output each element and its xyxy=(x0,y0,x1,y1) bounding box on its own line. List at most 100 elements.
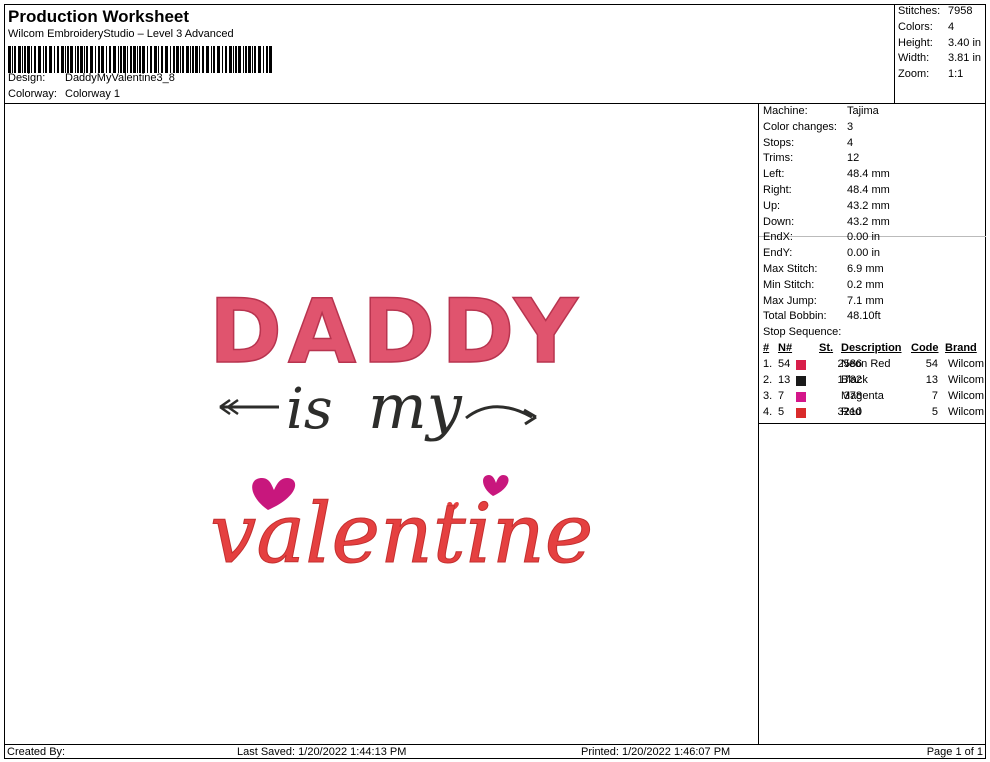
detail-row: Color changes: 3 xyxy=(763,121,853,133)
detail-value: 43.2 mm xyxy=(847,215,890,228)
barcode-bar xyxy=(139,46,141,73)
detail-row: Down: 43.2 mm xyxy=(763,216,890,228)
page-title: Production Worksheet xyxy=(8,7,190,26)
barcode-bar xyxy=(8,46,11,73)
barcode-bar xyxy=(18,46,21,73)
stop-sequence-label: Stop Sequence: xyxy=(763,326,842,338)
barcode-bar xyxy=(118,46,119,73)
barcode-bar xyxy=(65,46,66,73)
barcode-bar xyxy=(80,46,83,73)
row-brand: Wilcom xyxy=(947,374,984,386)
detail-label: Machine: xyxy=(763,105,808,117)
detail-row: Left: 48.4 mm xyxy=(763,168,890,180)
stop-rows: 1. 54 2586 Neon Red 54 Wilcom 2. 13 1782 Black 13 W… xyxy=(759,357,986,421)
barcode-bar xyxy=(77,46,79,73)
detail-value: 48.4 mm xyxy=(847,184,890,196)
detail-value: 48.10ft xyxy=(847,310,881,323)
table-row: 4. 5 3210 Red 5 Wilcom xyxy=(759,405,986,421)
detail-row: Up: 43.2 mm xyxy=(763,200,890,212)
detail-row: Stops: 4 xyxy=(763,137,853,149)
barcode-bar xyxy=(54,46,55,73)
detail-row: EndY: 0.00 in xyxy=(763,247,880,259)
row-num: 3. xyxy=(763,390,773,402)
detail-value: 48.4 mm xyxy=(847,168,890,181)
last-saved: Last Saved: 1/20/2022 1:44:13 PM xyxy=(237,746,407,758)
barcode-bar xyxy=(109,46,111,73)
col-code: Code xyxy=(911,342,939,354)
width-label: Width: xyxy=(898,52,930,64)
row-brand: Wilcom xyxy=(947,358,984,370)
barcode-bar xyxy=(67,46,69,73)
barcode-bar xyxy=(86,46,88,73)
barcode-bar xyxy=(24,46,26,73)
detail-label: Up: xyxy=(763,199,781,212)
barcode-bar xyxy=(161,46,163,73)
row-needle: 7 xyxy=(778,390,785,402)
stitches-value: 7958 xyxy=(948,5,973,17)
table-row: 2. 13 1782 Black 13 Wilcom xyxy=(759,373,986,389)
barcode-bar xyxy=(158,46,159,73)
barcode-bar xyxy=(101,46,104,73)
barcode-bar xyxy=(238,46,241,73)
barcode-bar xyxy=(90,46,93,73)
detail-row: EndX: 0.00 in xyxy=(763,231,880,243)
design-word-my: my xyxy=(368,370,463,443)
barcode-bar xyxy=(173,46,175,73)
barcode-bar xyxy=(27,46,30,73)
colors-row: Colors: 4 xyxy=(898,21,954,33)
row-num: 4. xyxy=(763,406,773,418)
detail-label: Min Stitch: xyxy=(763,278,815,291)
detail-label: EndY: xyxy=(763,247,793,260)
design-row: Design: DaddyMyValentine3_8 xyxy=(8,72,175,84)
design-canvas[interactable]: DADDY is my valentine xyxy=(4,104,759,744)
detail-label: Left: xyxy=(763,168,785,181)
page-number: Page 1 of 1 xyxy=(926,746,983,758)
detail-row: Machine: Tajima xyxy=(763,105,879,117)
barcode-bar xyxy=(49,46,52,73)
barcode-bar xyxy=(154,46,157,73)
barcode xyxy=(8,46,272,73)
colorway-label: Colorway: xyxy=(8,88,57,100)
colorway-row: Colorway: Colorway 1 xyxy=(8,88,120,100)
details-panel: Machine: Tajima Color changes: 3 Stops: 4 Trim… xyxy=(759,104,986,744)
software-name: Wilcom EmbroideryStudio – Level 3 Advanc… xyxy=(8,28,234,40)
colors-label: Colors: xyxy=(898,21,933,33)
barcode-bar xyxy=(192,46,194,73)
colorway-value: Colorway 1 xyxy=(65,88,121,100)
barcode-bar xyxy=(106,46,107,73)
col-num: # xyxy=(763,342,770,354)
barcode-bar xyxy=(147,46,148,73)
barcode-bar xyxy=(61,46,64,73)
barcode-bar xyxy=(43,46,44,73)
barcode-bar xyxy=(31,46,32,73)
row-code: 54 xyxy=(925,358,938,370)
right-arrow xyxy=(465,405,537,426)
barcode-bar xyxy=(22,46,23,73)
row-num: 2. xyxy=(763,374,773,386)
barcode-bar xyxy=(269,46,272,73)
barcode-bar xyxy=(133,46,136,73)
barcode-bar xyxy=(248,46,251,73)
barcode-bar xyxy=(170,46,171,73)
zoom-row: Zoom: 1:1 xyxy=(898,68,963,80)
width-row: Width: 3.81 in xyxy=(898,52,981,64)
barcode-bar xyxy=(263,46,264,73)
row-needle: 13 xyxy=(778,374,791,386)
row-needle: 54 xyxy=(778,358,791,370)
barcode-bar xyxy=(142,46,145,73)
design-word-daddy: DADDY xyxy=(209,280,584,383)
row-brand: Wilcom xyxy=(947,406,984,418)
barcode-bar xyxy=(127,46,128,73)
detail-label: Max Stitch: xyxy=(763,263,818,275)
stop-sequence-table: # N# St. Description Code Brand 1. 54 2586… xyxy=(759,341,986,424)
row-code: 5 xyxy=(931,406,938,418)
barcode-bar xyxy=(137,46,138,73)
color-swatch xyxy=(796,376,806,386)
height-row: Height: 3.40 in xyxy=(898,37,981,49)
barcode-bar xyxy=(252,46,253,73)
row-brand: Wilcom xyxy=(947,390,984,402)
table-row: 1. 54 2586 Neon Red 54 Wilcom xyxy=(759,357,986,373)
worksheet-header: Production Worksheet Wilcom EmbroiderySt… xyxy=(4,4,895,104)
barcode-bar xyxy=(165,46,168,73)
barcode-bar xyxy=(190,46,191,73)
